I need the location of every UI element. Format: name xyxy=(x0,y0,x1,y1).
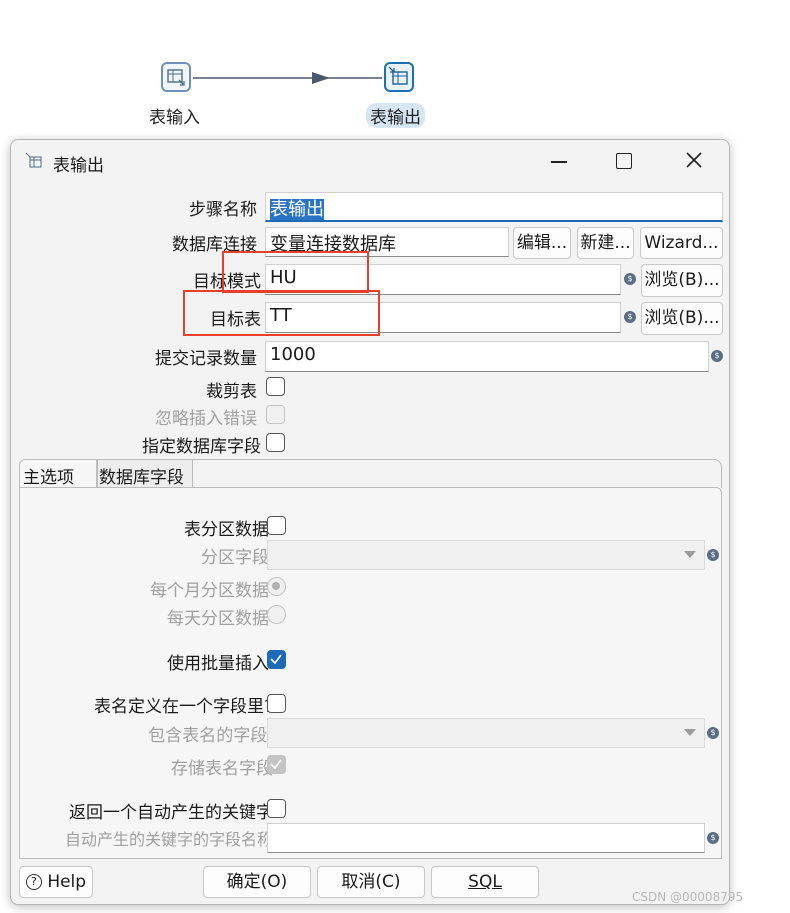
batch-insert-checkbox[interactable] xyxy=(267,650,286,669)
close-icon[interactable] xyxy=(683,149,705,176)
chevron-down-icon xyxy=(684,729,696,736)
ignore-errors-label: 忽略插入错误 xyxy=(155,409,257,429)
wizard-button[interactable]: Wizard... xyxy=(640,227,723,259)
store-table-field-label: 存储表名字段 xyxy=(171,759,273,779)
variable-icon: $ xyxy=(707,832,719,844)
help-icon: ? xyxy=(25,874,42,890)
ignore-errors-checkbox[interactable] xyxy=(266,405,285,424)
truncate-checkbox[interactable] xyxy=(266,377,285,396)
return-key-label: 返回一个自动产生的关键字 xyxy=(69,803,273,823)
table-name-field-label: 包含表名的字段: xyxy=(148,726,273,746)
commit-size-label: 提交记录数量 xyxy=(155,349,257,369)
edit-connection-button[interactable]: 编辑... xyxy=(513,227,571,259)
cancel-button[interactable]: 取消(C) xyxy=(317,866,425,898)
table-input-step-icon[interactable] xyxy=(161,62,191,92)
table-in-field-checkbox[interactable] xyxy=(267,694,286,713)
variable-icon: $ xyxy=(624,273,636,285)
minimize-icon[interactable] xyxy=(551,161,567,163)
step-name-input[interactable]: 表输出 xyxy=(265,192,723,222)
tab-database-fields[interactable]: 数据库字段 xyxy=(97,459,193,488)
table-output-step-label[interactable]: 表输出 xyxy=(366,103,425,128)
table-output-dialog: 表输出 步骤名称 表输出 数据库连接 变量连接数据库 编辑... 新建... W… xyxy=(10,139,730,905)
return-key-checkbox[interactable] xyxy=(267,799,286,818)
step-name-label: 步骤名称 xyxy=(189,200,257,220)
help-button[interactable]: ? Help xyxy=(19,866,93,898)
table-name-field-select[interactable] xyxy=(267,718,705,748)
hop-arrow xyxy=(312,72,330,84)
variable-icon: $ xyxy=(624,311,636,323)
key-field-name-input[interactable] xyxy=(267,823,705,853)
daily-partition-label: 每天分区数据 xyxy=(167,609,269,629)
checkmark-icon xyxy=(270,759,282,770)
commit-size-input[interactable]: 1000 xyxy=(265,341,709,372)
watermark: CSDN @00008795 xyxy=(632,890,744,904)
batch-insert-label: 使用批量插入 xyxy=(167,654,269,674)
table-output-icon xyxy=(25,152,43,175)
tab-strip xyxy=(193,459,722,488)
variable-icon: $ xyxy=(711,350,723,362)
sql-button[interactable]: SQL xyxy=(431,866,539,898)
dialog-title: 表输出 xyxy=(53,156,104,176)
browse-schema-button[interactable]: 浏览(B)... xyxy=(641,264,723,297)
variable-icon: $ xyxy=(707,727,719,739)
target-table-input[interactable]: TT xyxy=(265,302,621,333)
target-schema-input[interactable]: HU xyxy=(265,264,621,295)
ok-button[interactable]: 确定(O) xyxy=(203,866,311,898)
browse-table-button[interactable]: 浏览(B)... xyxy=(641,302,723,335)
specify-fields-checkbox[interactable] xyxy=(266,433,285,452)
partition-checkbox[interactable] xyxy=(267,516,286,535)
dialog-titlebar: 表输出 xyxy=(11,140,729,182)
checkmark-icon xyxy=(270,654,282,665)
tab-main-options[interactable]: 主选项 xyxy=(19,459,97,488)
table-input-step-label[interactable]: 表输入 xyxy=(149,103,200,128)
maximize-icon[interactable] xyxy=(616,153,632,169)
daily-partition-radio[interactable] xyxy=(267,605,286,624)
partition-label: 表分区数据 xyxy=(184,520,269,540)
main-options-panel: 表分区数据 分区字段 $ 每个月分区数据 每天分区数据 使用批量插入 表名定义在… xyxy=(19,487,722,859)
target-schema-label: 目标模式 xyxy=(193,272,261,292)
store-table-field-checkbox[interactable] xyxy=(267,755,286,774)
monthly-partition-label: 每个月分区数据 xyxy=(150,581,269,601)
specify-fields-label: 指定数据库字段 xyxy=(142,437,261,457)
key-field-name-label: 自动产生的关键字的字段名称 xyxy=(64,830,273,849)
db-connection-select[interactable]: 变量连接数据库 xyxy=(265,227,509,257)
truncate-label: 裁剪表 xyxy=(206,382,257,402)
monthly-partition-radio[interactable] xyxy=(267,577,286,596)
partition-field-label: 分区字段 xyxy=(201,548,269,568)
chevron-down-icon xyxy=(684,551,696,558)
variable-icon: $ xyxy=(707,549,719,561)
table-in-field-label: 表名定义在一个字段里? xyxy=(93,697,273,717)
new-connection-button[interactable]: 新建... xyxy=(577,227,634,259)
db-connection-label: 数据库连接 xyxy=(172,235,257,255)
target-table-label: 目标表 xyxy=(210,310,261,330)
table-output-step-icon[interactable] xyxy=(384,62,414,92)
partition-field-select[interactable] xyxy=(267,540,705,570)
